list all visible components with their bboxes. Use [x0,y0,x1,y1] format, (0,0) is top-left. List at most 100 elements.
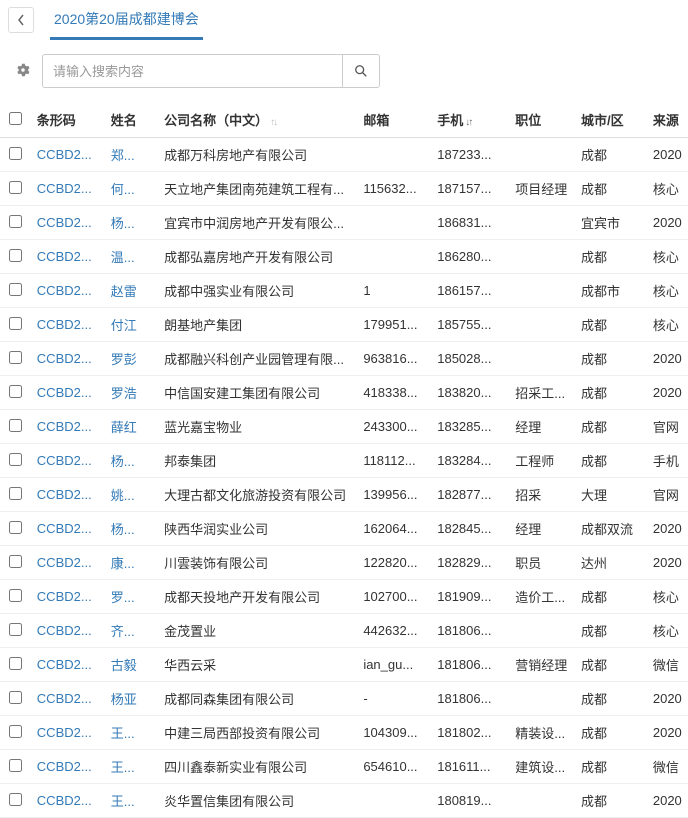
table-row[interactable]: CCBD2...杨亚成都同森集团有限公司-181806...成都2020 [0,682,688,716]
cell-name[interactable]: 罗彭 [105,342,158,376]
table-row[interactable]: CCBD2...郑...成都万科房地产有限公司187233...成都2020 [0,138,688,172]
table-row[interactable]: CCBD2...王...中建三局西部投资有限公司104309...181802.… [0,716,688,750]
table-row[interactable]: CCBD2...何...天立地产集团南苑建筑工程有...115632...187… [0,172,688,206]
cell-name[interactable]: 付江 [105,308,158,342]
col-barcode[interactable]: 条形码 [31,102,105,138]
cell-city: 成都 [575,410,647,444]
cell-name[interactable]: 康... [105,546,158,580]
row-checkbox[interactable] [9,691,22,704]
col-name[interactable]: 姓名 [105,102,158,138]
row-checkbox[interactable] [9,215,22,228]
row-checkbox[interactable] [9,283,22,296]
select-all-checkbox[interactable] [9,112,22,125]
cell-name[interactable]: 杨... [105,206,158,240]
cell-barcode[interactable]: CCBD2... [31,546,105,580]
col-company[interactable]: 公司名称（中文）↑↓ [158,102,357,138]
table-row[interactable]: CCBD2...付江朗基地产集团179951...185755...成都核心 [0,308,688,342]
row-checkbox[interactable] [9,759,22,772]
cell-barcode[interactable]: CCBD2... [31,716,105,750]
cell-barcode[interactable]: CCBD2... [31,784,105,818]
cell-barcode[interactable]: CCBD2... [31,342,105,376]
row-checkbox[interactable] [9,351,22,364]
table-row[interactable]: CCBD2...王...炎华置信集团有限公司180819...成都2020 [0,784,688,818]
cell-barcode[interactable]: CCBD2... [31,240,105,274]
cell-barcode[interactable]: CCBD2... [31,308,105,342]
row-checkbox[interactable] [9,317,22,330]
back-button[interactable] [8,7,34,33]
cell-name[interactable]: 姚... [105,478,158,512]
cell-source: 核心 [647,580,688,614]
cell-barcode[interactable]: CCBD2... [31,206,105,240]
cell-barcode[interactable]: CCBD2... [31,376,105,410]
table-row[interactable]: CCBD2...杨...邦泰集团118112...183284...工程师成都手… [0,444,688,478]
cell-name[interactable]: 罗浩 [105,376,158,410]
col-email[interactable]: 邮箱 [357,102,431,138]
table-row[interactable]: CCBD2...姚...大理古都文化旅游投资有限公司139956...18287… [0,478,688,512]
cell-position: 经理 [509,512,575,546]
cell-barcode[interactable]: CCBD2... [31,478,105,512]
row-checkbox[interactable] [9,521,22,534]
cell-position: 招采 [509,478,575,512]
row-checkbox[interactable] [9,385,22,398]
cell-name[interactable]: 齐... [105,614,158,648]
cell-name[interactable]: 杨... [105,444,158,478]
tab-exhibition[interactable]: 2020第20届成都建博会 [50,1,203,40]
cell-barcode[interactable]: CCBD2... [31,172,105,206]
table-row[interactable]: CCBD2...罗彭成都融兴科创产业园管理有限...963816...18502… [0,342,688,376]
row-checkbox[interactable] [9,181,22,194]
cell-barcode[interactable]: CCBD2... [31,444,105,478]
row-checkbox[interactable] [9,555,22,568]
table-row[interactable]: CCBD2...康...川雲装饰有限公司122820...182829...职员… [0,546,688,580]
table-row[interactable]: CCBD2...罗浩中信国安建工集团有限公司418338...183820...… [0,376,688,410]
row-checkbox[interactable] [9,249,22,262]
row-checkbox[interactable] [9,623,22,636]
gear-icon[interactable] [16,63,30,80]
row-checkbox[interactable] [9,453,22,466]
row-checkbox[interactable] [9,657,22,670]
table-row[interactable]: CCBD2...赵雷成都中强实业有限公司1186157...成都市核心 [0,274,688,308]
search-input[interactable] [42,54,342,88]
cell-barcode[interactable]: CCBD2... [31,138,105,172]
cell-name[interactable]: 赵雷 [105,274,158,308]
cell-barcode[interactable]: CCBD2... [31,410,105,444]
cell-barcode[interactable]: CCBD2... [31,648,105,682]
table-row[interactable]: CCBD2...齐...金茂置业442632...181806...成都核心 [0,614,688,648]
cell-barcode[interactable]: CCBD2... [31,512,105,546]
row-checkbox[interactable] [9,147,22,160]
col-position[interactable]: 职位 [509,102,575,138]
row-checkbox[interactable] [9,487,22,500]
cell-name[interactable]: 杨... [105,512,158,546]
cell-barcode[interactable]: CCBD2... [31,682,105,716]
cell-barcode[interactable]: CCBD2... [31,580,105,614]
col-phone[interactable]: 手机↓↑ [431,102,509,138]
row-checkbox[interactable] [9,725,22,738]
cell-barcode[interactable]: CCBD2... [31,274,105,308]
cell-email: 139956... [357,478,431,512]
cell-city: 大理 [575,478,647,512]
cell-name[interactable]: 薛红 [105,410,158,444]
cell-name[interactable]: 温... [105,240,158,274]
table-row[interactable]: CCBD2...杨...陕西华润实业公司162064...182845...经理… [0,512,688,546]
col-source[interactable]: 来源 [647,102,688,138]
cell-name[interactable]: 古毅 [105,648,158,682]
cell-name[interactable]: 王... [105,784,158,818]
cell-name[interactable]: 王... [105,750,158,784]
table-row[interactable]: CCBD2...古毅华西云采ian_gu...181806...营销经理成都微信 [0,648,688,682]
cell-name[interactable]: 罗... [105,580,158,614]
search-button[interactable] [342,54,380,88]
cell-name[interactable]: 王... [105,716,158,750]
table-row[interactable]: CCBD2...王...四川鑫泰新实业有限公司654610...181611..… [0,750,688,784]
cell-barcode[interactable]: CCBD2... [31,614,105,648]
cell-name[interactable]: 郑... [105,138,158,172]
row-checkbox[interactable] [9,589,22,602]
cell-barcode[interactable]: CCBD2... [31,750,105,784]
cell-name[interactable]: 何... [105,172,158,206]
row-checkbox[interactable] [9,419,22,432]
table-row[interactable]: CCBD2...罗...成都天投地产开发有限公司102700...181909.… [0,580,688,614]
col-city[interactable]: 城市/区 [575,102,647,138]
table-row[interactable]: CCBD2...薛红蓝光嘉宝物业243300...183285...经理成都官网 [0,410,688,444]
table-row[interactable]: CCBD2...杨...宜宾市中润房地产开发有限公...186831...宜宾市… [0,206,688,240]
cell-name[interactable]: 杨亚 [105,682,158,716]
table-row[interactable]: CCBD2...温...成都弘嘉房地产开发有限公司186280...成都核心 [0,240,688,274]
row-checkbox[interactable] [9,793,22,806]
